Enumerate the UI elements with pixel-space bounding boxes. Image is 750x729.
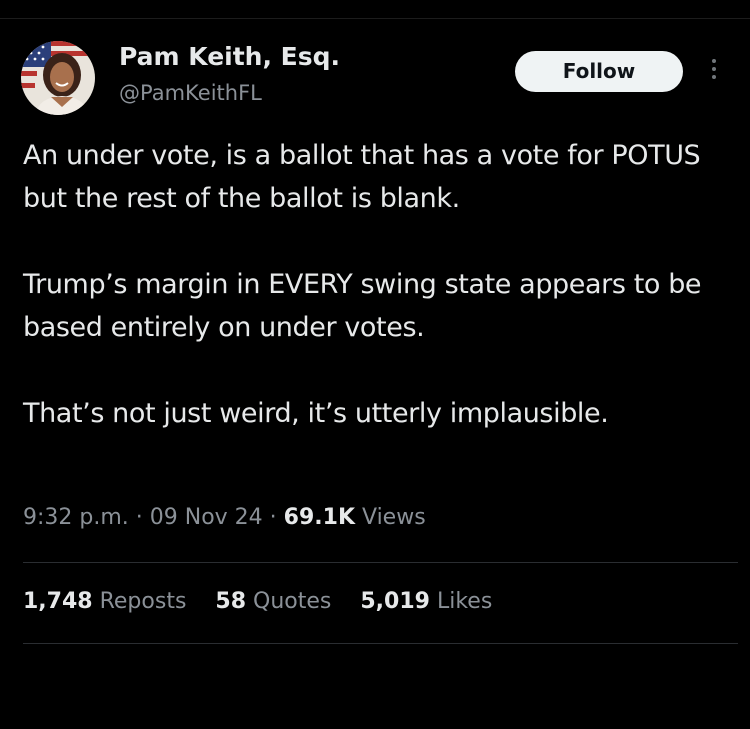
divider bbox=[23, 562, 738, 563]
author-display-name[interactable]: Pam Keith, Esq. bbox=[119, 42, 340, 71]
quotes-label: Quotes bbox=[253, 589, 332, 614]
divider bbox=[23, 643, 738, 644]
tweet-meta: 9:32 p.m. · 09 Nov 24 · 69.1K Views bbox=[23, 505, 426, 530]
profile-photo-icon bbox=[21, 41, 95, 115]
likes-stat[interactable]: 5,019 Likes bbox=[360, 589, 492, 614]
tweet-paragraph: Trump’s margin in EVERY swing state appe… bbox=[23, 269, 702, 343]
views-count: 69.1K bbox=[283, 505, 355, 530]
tweet-time[interactable]: 9:32 p.m. bbox=[23, 505, 129, 530]
top-divider bbox=[0, 18, 750, 19]
tweet-date[interactable]: 09 Nov 24 bbox=[150, 505, 263, 530]
author-handle[interactable]: @PamKeithFL bbox=[119, 81, 262, 105]
meta-separator: · bbox=[128, 505, 150, 530]
meta-separator: · bbox=[262, 505, 284, 530]
follow-button[interactable]: Follow bbox=[515, 51, 683, 92]
reposts-label: Reposts bbox=[99, 589, 187, 614]
quotes-count: 58 bbox=[215, 589, 247, 614]
engagement-stats: 1,748 Reposts 58 Quotes 5,019 Likes bbox=[23, 589, 514, 614]
tweet-paragraph: An under vote, is a ballot that has a vo… bbox=[23, 140, 701, 214]
more-vertical-icon[interactable] bbox=[704, 56, 724, 88]
tweet-body: An under vote, is a ballot that has a vo… bbox=[23, 134, 738, 435]
reposts-stat[interactable]: 1,748 Reposts bbox=[23, 589, 186, 614]
reposts-count: 1,748 bbox=[23, 589, 93, 614]
tweet-paragraph: That’s not just weird, it’s utterly impl… bbox=[23, 398, 609, 429]
likes-label: Likes bbox=[436, 589, 493, 614]
avatar[interactable] bbox=[21, 41, 95, 115]
quotes-stat[interactable]: 58 Quotes bbox=[215, 589, 331, 614]
views-label: Views bbox=[362, 505, 426, 530]
likes-count: 5,019 bbox=[360, 589, 430, 614]
